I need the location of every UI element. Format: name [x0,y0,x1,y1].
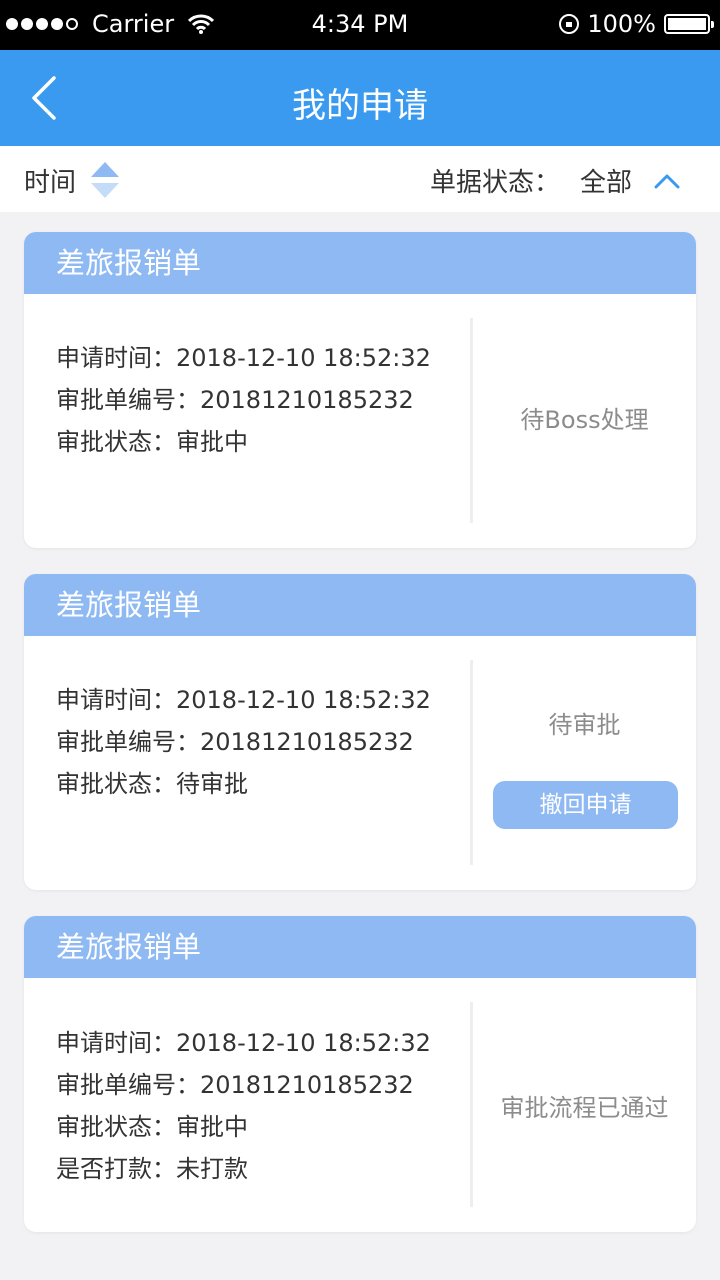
card-body: 申请时间：2018-12-10 18:52:32 审批单编号：201812101… [24,294,696,548]
payment-status: 是否打款：未打款 [56,1155,248,1183]
approval-status: 审批状态：待审批 [56,770,248,798]
apply-time: 申请时间：2018-12-10 18:52:32 [56,1029,431,1057]
withdraw-application-button[interactable]: 撤回申请 [493,781,678,829]
card-header: 差旅报销单 [24,916,696,978]
sort-label: 时间 [24,167,77,198]
status-bar-right: 100% [559,10,714,38]
card-info: 申请时间：2018-12-10 18:52:32 审批单编号：201812101… [56,679,431,805]
status-filter-value: 全部 [579,168,632,198]
back-button[interactable] [20,72,70,124]
card-divider [470,660,473,865]
nav-bar: 我的申请 [0,50,720,146]
filter-bar: 时间 单据状态： 全部 [0,146,720,212]
status-filter-label: 单据状态： [429,168,560,198]
status-bar: Carrier 4:34 PM 100% [0,0,720,50]
application-card[interactable]: 差旅报销单 申请时间：2018-12-10 18:52:32 审批单编号：201… [24,916,696,1232]
orientation-lock-icon [559,14,580,34]
sort-by-time-button[interactable]: 时间 [24,160,120,200]
card-status: 待审批 [548,711,621,739]
approval-status: 审批状态：审批中 [56,1113,248,1141]
approval-number: 审批单编号：20181210185232 [56,1071,414,1099]
sort-arrows-icon [91,162,120,198]
page-title: 我的申请 [292,86,428,126]
approval-status: 审批状态：审批中 [56,428,248,456]
application-card[interactable]: 差旅报销单 申请时间：2018-12-10 18:52:32 审批单编号：201… [24,232,696,548]
application-card[interactable]: 差旅报销单 申请时间：2018-12-10 18:52:32 审批单编号：201… [24,574,696,890]
apply-time: 申请时间：2018-12-10 18:52:32 [56,344,431,372]
chevron-left-icon [32,76,56,120]
card-header: 差旅报销单 [24,574,696,636]
card-status: 审批流程已通过 [500,1094,669,1122]
card-info: 申请时间：2018-12-10 18:52:32 审批单编号：201812101… [56,1022,431,1190]
chevron-up-icon [654,174,680,188]
card-body: 申请时间：2018-12-10 18:52:32 审批单编号：201812101… [24,636,696,890]
status-filter-dropdown[interactable]: 单据状态： 全部 [430,162,680,199]
apply-time: 申请时间：2018-12-10 18:52:32 [56,686,431,714]
card-info: 申请时间：2018-12-10 18:52:32 审批单编号：201812101… [56,337,431,463]
card-header: 差旅报销单 [24,232,696,294]
card-body: 申请时间：2018-12-10 18:52:32 审批单编号：201812101… [24,978,696,1232]
card-status: 待Boss处理 [520,406,649,434]
approval-number: 审批单编号：20181210185232 [56,386,414,414]
battery-icon [664,14,714,34]
battery-percent: 100% [587,10,656,38]
approval-number: 审批单编号：20181210185232 [56,728,414,756]
